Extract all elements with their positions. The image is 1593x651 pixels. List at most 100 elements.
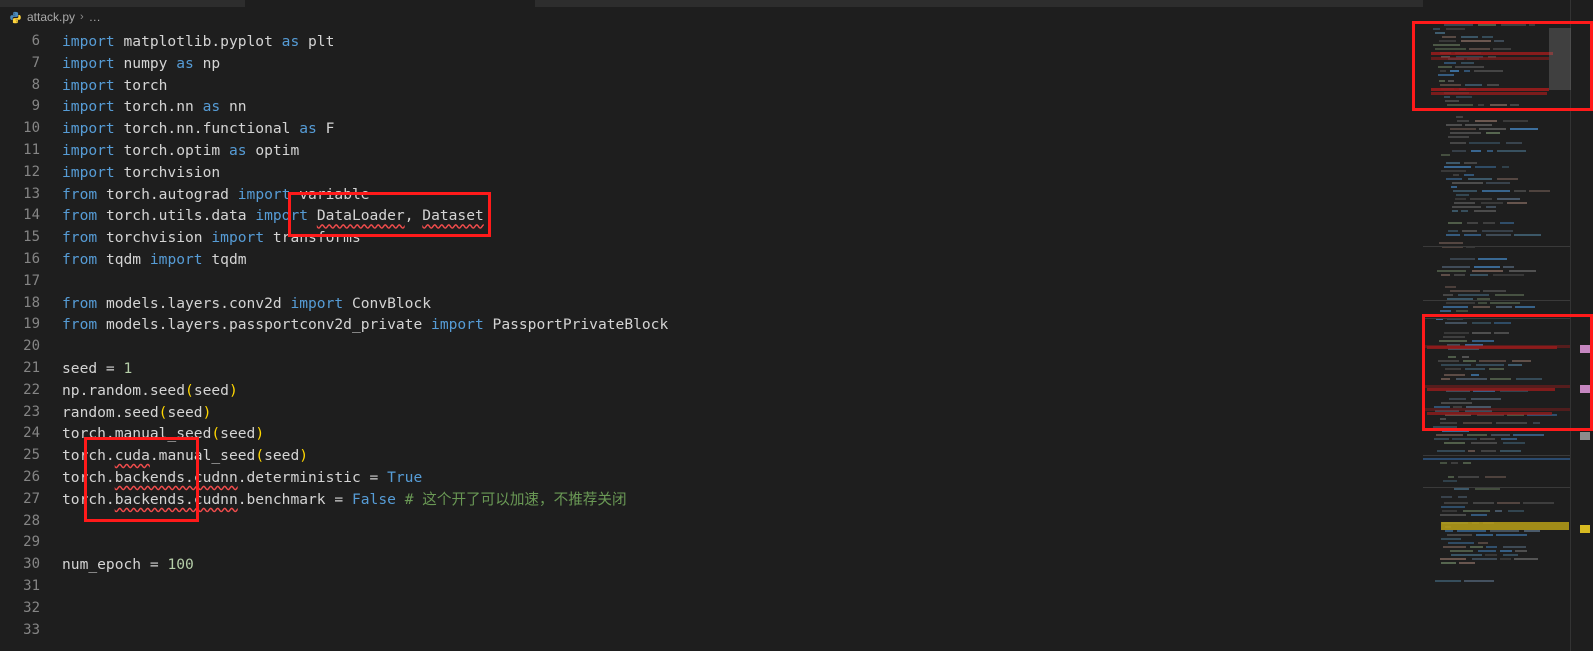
- overview-ruler[interactable]: [1571, 0, 1593, 651]
- code-editor[interactable]: 6 import matplotlib.pyplot as plt 7 import …: [0, 27, 1593, 651]
- code-line[interactable]: 28: [0, 511, 1593, 533]
- minimap-highlight: [1431, 57, 1549, 60]
- editor-tab-strip[interactable]: [0, 0, 1593, 7]
- code-line[interactable]: 22 np.random.seed(seed): [0, 380, 1593, 402]
- code-line[interactable]: 17: [0, 271, 1593, 293]
- minimap-code-line: [1503, 266, 1514, 268]
- minimap-code-line: [1490, 314, 1512, 316]
- minimap-code-line: [1476, 364, 1504, 366]
- breadcrumb-file[interactable]: attack.py: [9, 10, 75, 24]
- minimap-code-line: [1434, 314, 1451, 316]
- overview-ruler-mark[interactable]: [1580, 432, 1590, 440]
- code-token: True: [387, 469, 423, 486]
- minimap-code-line: [1439, 242, 1463, 244]
- overview-ruler-mark[interactable]: [1580, 385, 1590, 393]
- minimap-code-line: [1503, 546, 1526, 548]
- minimap-code-line: [1450, 70, 1459, 72]
- code-line[interactable]: 25 torch.cuda.manual_seed(seed): [0, 445, 1593, 467]
- breadcrumb-ellipsis[interactable]: …: [89, 10, 102, 24]
- code-line[interactable]: 16 from tqdm import tqdm: [0, 249, 1593, 271]
- breadcrumb[interactable]: attack.py › …: [0, 7, 1593, 27]
- code-line[interactable]: 30 num_epoch = 100: [0, 554, 1593, 576]
- line-number: 25: [23, 447, 40, 464]
- code-line[interactable]: 7 import numpy as np: [0, 53, 1593, 75]
- code-line[interactable]: 20: [0, 336, 1593, 358]
- minimap-code-line: [1510, 128, 1538, 130]
- line-number: 15: [23, 229, 40, 246]
- minimap-code-line: [1501, 438, 1517, 440]
- minimap-code-line: [1513, 434, 1544, 436]
- code-token: torch.utils.data: [97, 207, 256, 225]
- editor-tab-1[interactable]: [245, 0, 535, 7]
- minimap-code-line: [1486, 206, 1496, 208]
- minimap-code-line: [1439, 108, 1445, 110]
- code-token: variable: [299, 185, 370, 203]
- minimap-code-line: [1500, 550, 1512, 552]
- editor-tab-2[interactable]: [535, 0, 805, 7]
- code-line[interactable]: 19 from models.layers.passportconv2d_priv…: [0, 314, 1593, 336]
- code-line[interactable]: 32: [0, 598, 1593, 620]
- code-token: import: [62, 120, 115, 138]
- minimap-code-line: [1445, 322, 1467, 324]
- code-line[interactable]: 13 from torch.autograd import variable: [0, 184, 1593, 206]
- line-content: from torch.utils.data import DataLoader,…: [62, 205, 484, 227]
- minimap-code-line: [1503, 442, 1525, 444]
- minimap-section-rule: [1423, 455, 1571, 456]
- code-line[interactable]: 11 import torch.optim as optim: [0, 140, 1593, 162]
- minimap-code-line: [1451, 554, 1482, 556]
- minimap-code-line: [1456, 96, 1472, 98]
- minimap-code-line: [1500, 558, 1511, 560]
- code-token: from: [62, 316, 98, 334]
- code-line[interactable]: 31: [0, 576, 1593, 598]
- overview-ruler-mark[interactable]: [1580, 525, 1590, 533]
- overview-ruler-mark[interactable]: [1580, 345, 1590, 353]
- minimap-code-line: [1494, 322, 1511, 324]
- code-line[interactable]: 33: [0, 620, 1593, 642]
- line-number: 29: [23, 534, 40, 551]
- code-line[interactable]: 18 from models.layers.conv2d import ConvB…: [0, 293, 1593, 315]
- code-line[interactable]: 12 import torchvision: [0, 162, 1593, 184]
- minimap-code-line: [1482, 190, 1510, 192]
- minimap-highlight: [1427, 346, 1557, 349]
- code-line[interactable]: 24 torch.manual_seed(seed): [0, 423, 1593, 445]
- minimap-code-line: [1463, 510, 1490, 512]
- code-token: .deterministic =: [237, 469, 388, 486]
- code-line[interactable]: 9 import torch.nn as nn: [0, 96, 1593, 118]
- code-line[interactable]: 10 import torch.nn.functional as F: [0, 118, 1593, 140]
- code-line[interactable]: 14 from torch.utils.data import DataLoade…: [0, 205, 1593, 227]
- line-number: 13: [23, 185, 40, 202]
- minimap-code-line: [1444, 62, 1456, 64]
- code-token: torchvision: [97, 229, 212, 247]
- minimap-code-line: [1441, 538, 1461, 540]
- code-line[interactable]: 15 from torchvision import transforms: [0, 227, 1593, 249]
- minimap-code-line: [1486, 546, 1497, 548]
- code-token: seed: [193, 381, 229, 399]
- code-line[interactable]: 23 random.seed(seed): [0, 402, 1593, 424]
- minimap-code-line: [1443, 336, 1465, 338]
- code-line[interactable]: 21 seed = 1: [0, 358, 1593, 380]
- line-number: 8: [31, 76, 40, 93]
- minimap-code-line: [1470, 274, 1488, 276]
- minimap-code-line: [1446, 178, 1462, 180]
- python-file-icon: [9, 11, 22, 24]
- code-token: cuda: [114, 447, 150, 465]
- line-number: 16: [23, 251, 40, 267]
- code-line[interactable]: 26 torch.backends.cudnn.deterministic = T…: [0, 467, 1593, 489]
- minimap-code-line: [1441, 562, 1456, 564]
- minimap-code-line: [1463, 462, 1471, 464]
- minimap-code-line: [1469, 142, 1500, 144]
- minimap-code-line: [1529, 190, 1550, 192]
- minimap-code-line: [1442, 510, 1457, 512]
- minimap-code-line: [1434, 438, 1449, 440]
- code-token: as: [299, 120, 317, 138]
- minimap-scroll-slider[interactable]: [1549, 28, 1571, 90]
- code-line[interactable]: 8 import torch: [0, 75, 1593, 97]
- code-line[interactable]: 6 import matplotlib.pyplot as plt: [0, 31, 1593, 53]
- minimap-code-line: [1475, 120, 1497, 122]
- editor-tab-0[interactable]: [0, 0, 245, 7]
- code-token: import: [290, 294, 344, 312]
- code-line[interactable]: 29: [0, 532, 1593, 554]
- code-line[interactable]: 27 torch.backends.cudnn.benchmark = False…: [0, 489, 1593, 511]
- editor-minimap[interactable]: [1423, 0, 1571, 651]
- breadcrumb-separator-icon: ›: [80, 11, 84, 23]
